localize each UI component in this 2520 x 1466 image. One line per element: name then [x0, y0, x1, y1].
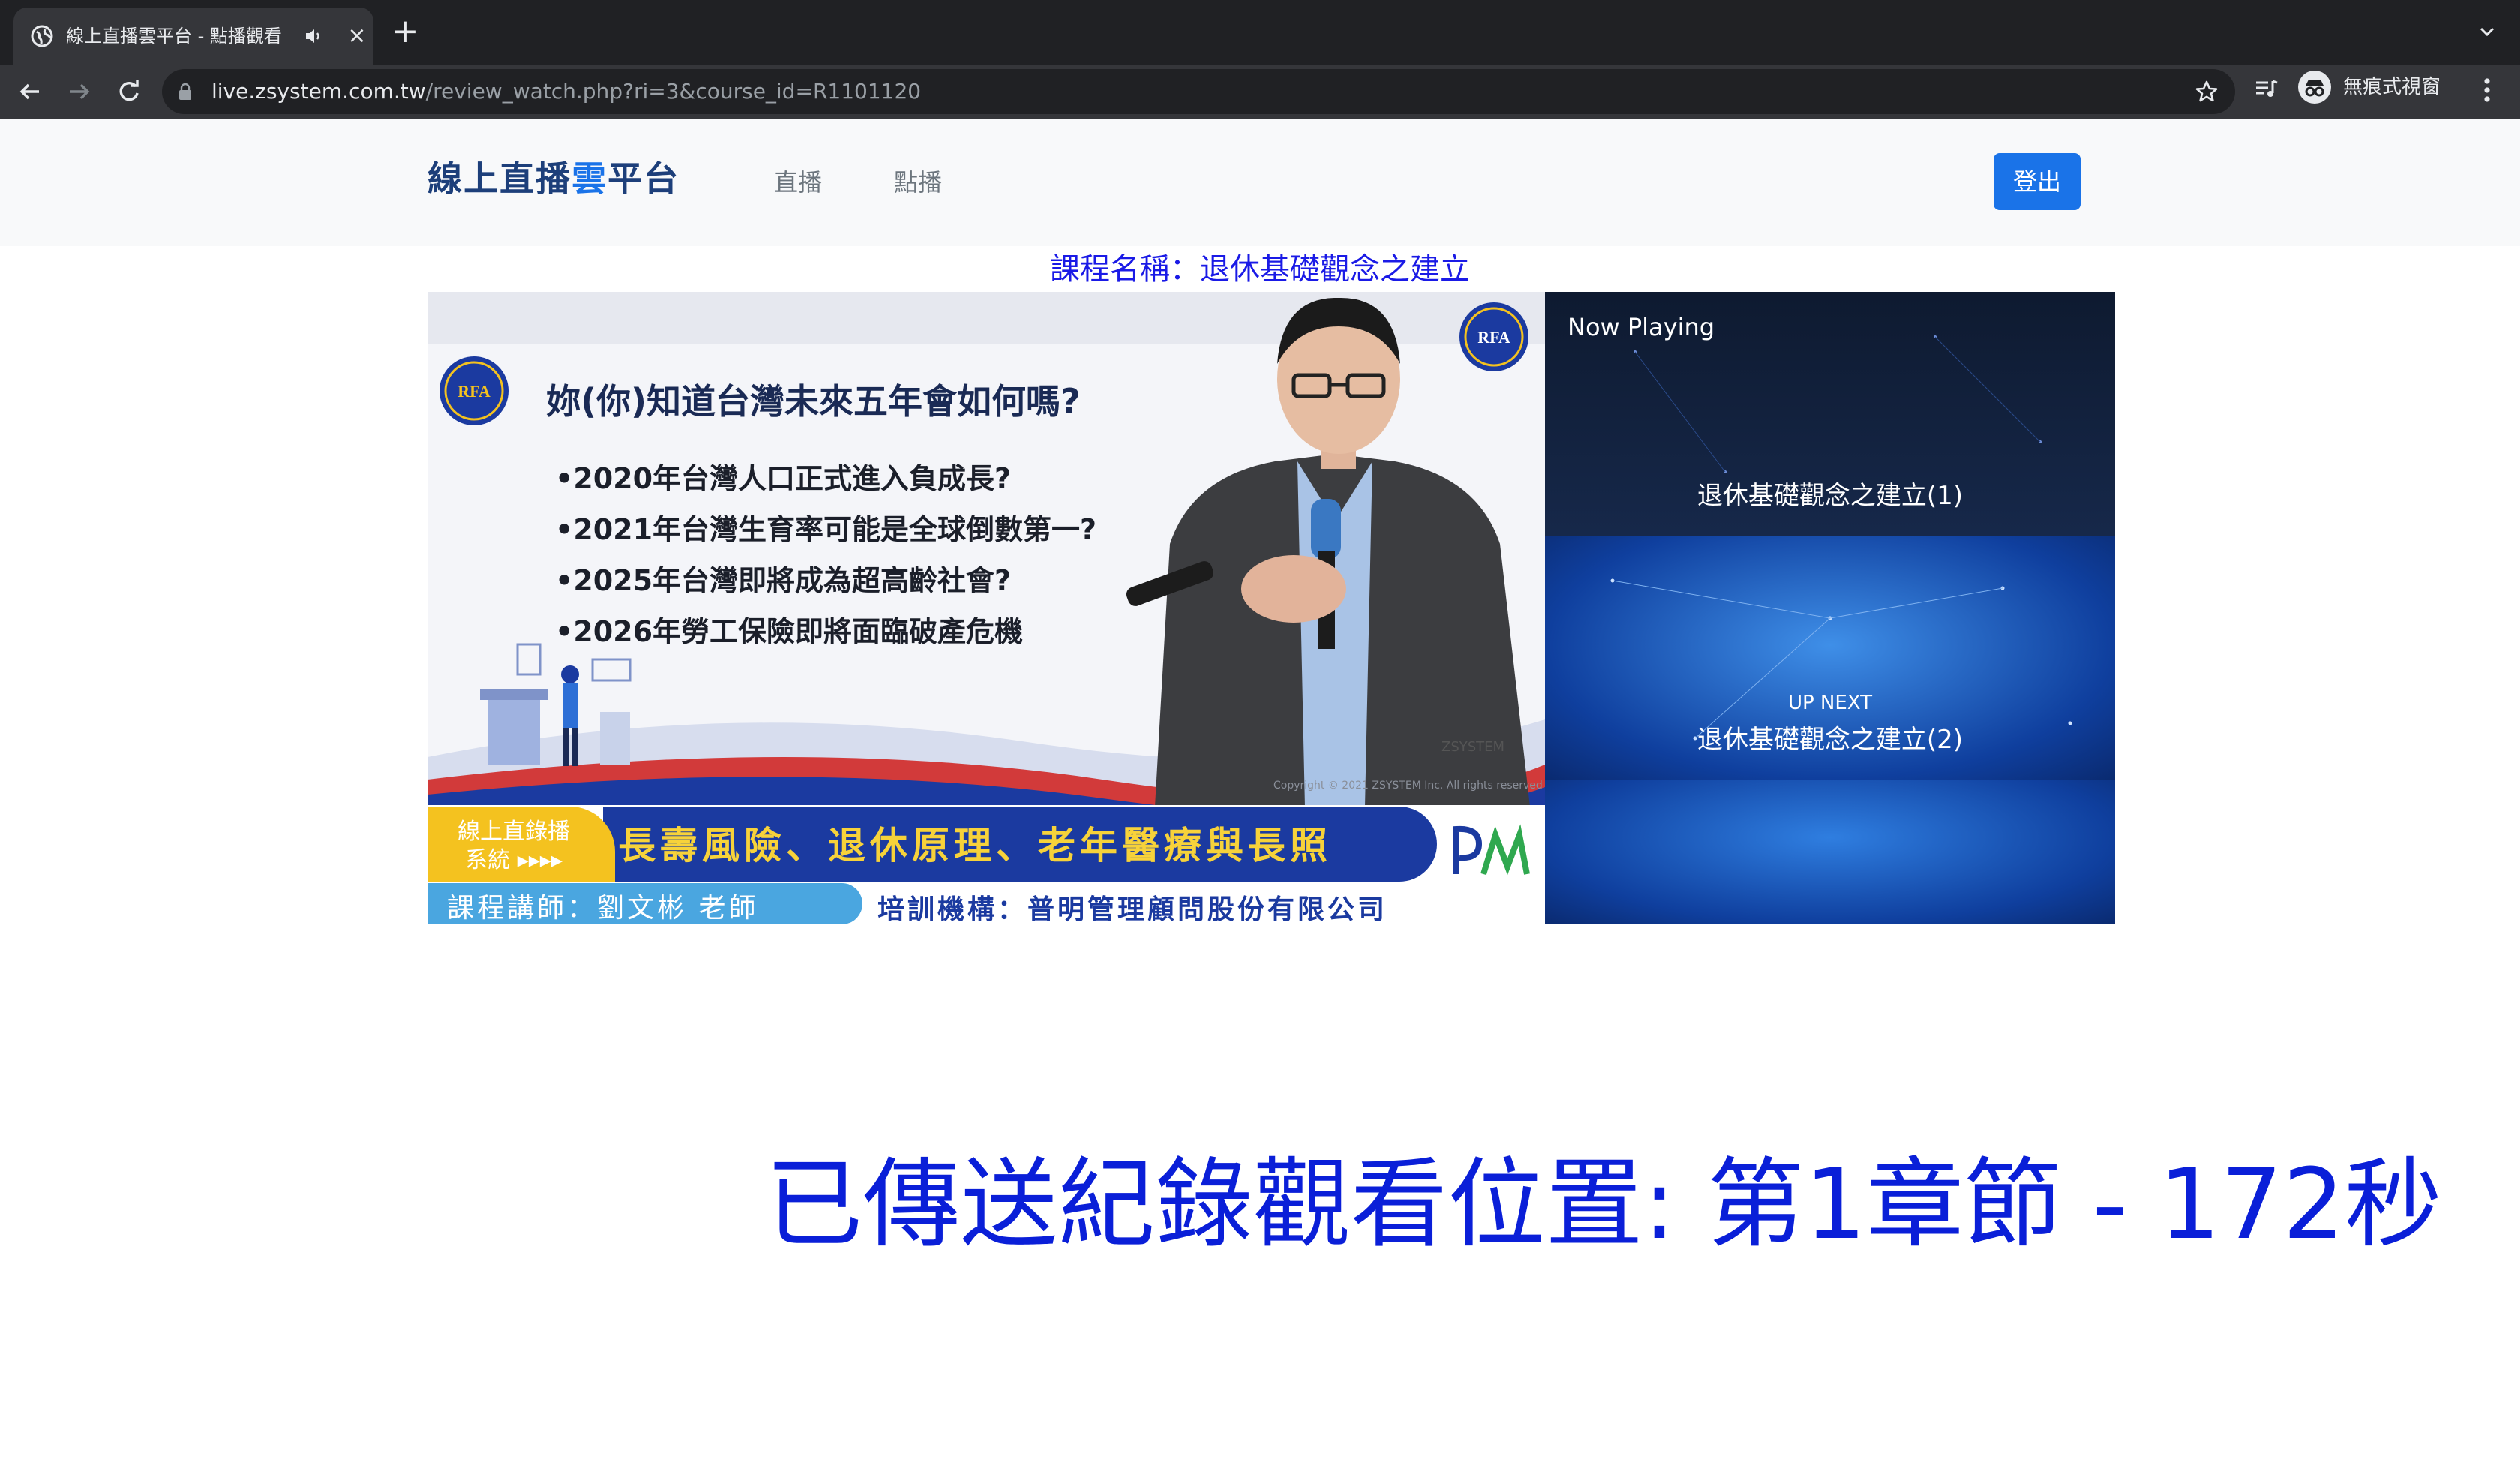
site-navbar: 線上直播雲平台 直播 點播 登出 [0, 119, 2520, 246]
video-frame[interactable]: RFA 妳(你)知道台灣未來五年會如何嗎? •2020年台灣人口正式進入負成長?… [428, 292, 1545, 924]
headline-text: 長壽風險、退休原理、老年醫療與長照 [618, 824, 1332, 867]
zsystem-watermark: ZSYSTEM [1442, 739, 1505, 755]
slide-bullet: •2020年台灣人口正式進入負成長? [555, 462, 1012, 495]
playlist-item-now[interactable]: Now Playing 退休基礎觀念之建立(1) [1545, 292, 2115, 536]
new-tab-button[interactable]: + [388, 15, 422, 48]
playlist-item-next[interactable]: UP NEXT 退休基礎觀念之建立(2) [1545, 536, 2115, 780]
media-queue-icon[interactable] [2253, 75, 2280, 102]
logout-button[interactable]: 登出 [1994, 153, 2080, 210]
slide-heading: 妳(你)知道台灣未來五年會如何嗎? [546, 381, 1081, 422]
playlist-item-title: 退休基礎觀念之建立(2) [1696, 725, 1964, 755]
rfa-logo-left: RFA [440, 356, 508, 425]
lecturer-text: 課程講師：劉文彬 老師 [447, 893, 759, 924]
lower-third-banner: 線上直錄播 系統 ▸▸▸▸ 長壽風險、退休原理、老年醫療與長照 課程講師：劉文彬… [428, 805, 1545, 924]
incognito-profile-button[interactable]: 無痕式視窗 [2298, 68, 2456, 107]
globe-icon [31, 25, 53, 47]
system-badge-line2: 系統 ▸▸▸▸ [465, 847, 562, 873]
pm-logo [1454, 824, 1530, 876]
office-illustration [480, 643, 632, 766]
nav-link-vod[interactable]: 點播 [894, 164, 942, 198]
playlist-item-later[interactable] [1545, 780, 2115, 924]
slide-bullet: •2021年台灣生育率可能是全球倒數第一? [555, 513, 1097, 546]
browser-toolbar: live.zsystem.com.tw/review_watch.php?ri=… [0, 65, 2520, 120]
browser-tab-strip: 線上直播雲平台 - 點播觀看 × + [0, 0, 2520, 65]
audio-playing-icon[interactable] [304, 27, 324, 45]
slide-bullet: •2025年台灣即將成為超高齡社會? [555, 564, 1012, 597]
tab-close-icon[interactable]: × [340, 20, 374, 53]
watch-position-status: 已傳送紀錄觀看位置: 第1章節 - 172秒 [765, 1147, 2442, 1261]
incognito-icon [2298, 71, 2331, 104]
up-next-label: UP NEXT [1787, 692, 1873, 714]
copyright-text: Copyright © 2021 ZSYSTEM Inc. All rights… [1274, 780, 1543, 792]
tab-title: 線上直播雲平台 - 點播觀看 [66, 26, 282, 47]
organization-text: 培訓機構：普明管理顧問股份有限公司 [878, 894, 1388, 924]
bookmark-star-icon[interactable] [2194, 80, 2218, 104]
reload-icon[interactable] [112, 75, 146, 108]
chevron-down-icon[interactable] [2475, 20, 2499, 44]
incognito-label: 無痕式視窗 [2343, 76, 2441, 98]
course-title: 課程名稱：退休基礎觀念之建立 [1050, 252, 1470, 287]
playlist-item-title: 退休基礎觀念之建立(1) [1696, 481, 1964, 511]
site-brand[interactable]: 線上直播雲平台 [428, 152, 680, 201]
playlist-panel: Now Playing 退休基礎觀念之建立(1) UP NEXT 退休基礎觀念之… [1545, 292, 2115, 924]
address-bar[interactable]: live.zsystem.com.tw/review_watch.php?ri=… [162, 69, 2235, 114]
back-arrow-icon[interactable] [14, 75, 46, 108]
svg-text:RFA: RFA [458, 382, 490, 401]
rfa-logo-right: RFA [1460, 302, 1528, 371]
url-text: live.zsystem.com.tw/review_watch.php?ri=… [212, 79, 922, 104]
browser-tab-active[interactable]: 線上直播雲平台 - 點播觀看 × [14, 8, 374, 65]
more-menu-icon[interactable] [2472, 74, 2502, 107]
now-playing-label: Now Playing [1568, 313, 1715, 341]
video-player[interactable]: RFA 妳(你)知道台灣未來五年會如何嗎? •2020年台灣人口正式進入負成長?… [428, 292, 2115, 924]
slide-background: RFA 妳(你)知道台灣未來五年會如何嗎? •2020年台灣人口正式進入負成長?… [428, 292, 1545, 810]
forward-arrow-icon[interactable] [63, 75, 96, 108]
svg-text:RFA: RFA [1478, 328, 1510, 347]
nav-link-live[interactable]: 直播 [774, 164, 822, 198]
lock-icon [179, 83, 191, 100]
